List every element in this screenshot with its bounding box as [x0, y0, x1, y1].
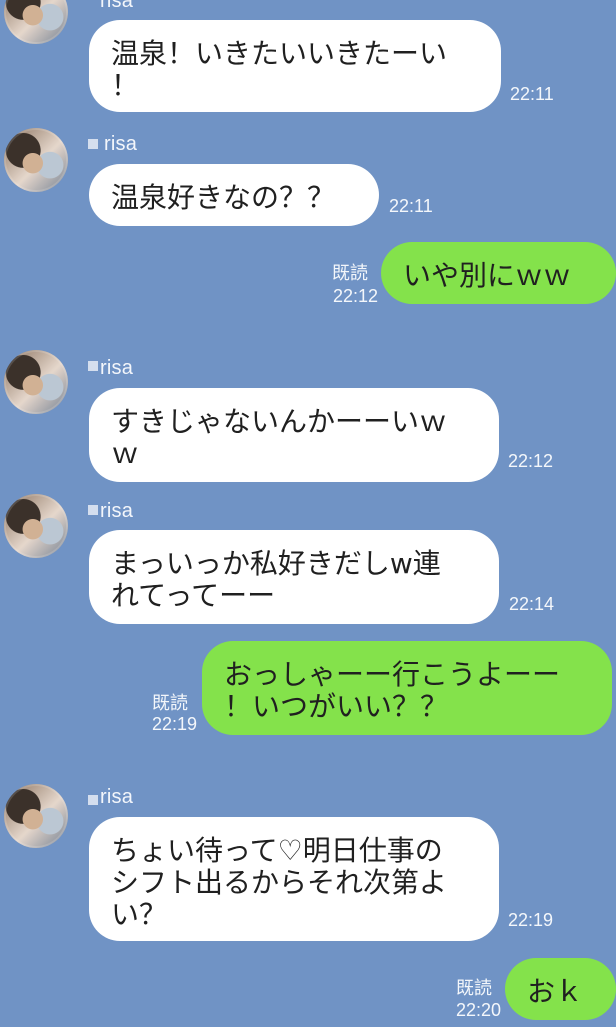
incoming-message-bubble[interactable]: 温泉好きなの？？ — [89, 164, 379, 226]
outgoing-message-bubble[interactable]: おｋ — [505, 958, 616, 1020]
message-time: 22:12 — [508, 451, 554, 471]
message-time: 22:11 — [389, 196, 433, 216]
message-text-line: ちょい待って♡明日仕事の — [111, 834, 443, 867]
outgoing-message-bubble[interactable]: おっしゃーー行こうよーー ！いつがいい？？ — [202, 641, 612, 735]
message-text-line: ！いつがいい？？ — [224, 690, 449, 723]
message-time: 22:11 — [510, 84, 554, 104]
sender-name: risa — [104, 133, 138, 155]
avatar-pixel-decoration — [88, 505, 98, 515]
message-text-line: 温泉好きなの？？ — [111, 181, 336, 214]
message-text-line: い？ — [111, 898, 168, 931]
outgoing-message-bubble[interactable]: いや別にｗｗ — [381, 242, 616, 304]
message-text-line: ｗ — [111, 437, 140, 470]
message-text-line: ！ — [111, 69, 140, 102]
message-time: 22:19 — [152, 714, 198, 734]
avatar-pixel-decoration — [88, 139, 98, 149]
message-text-line: まっいっか私好きだしw連 — [111, 547, 441, 580]
sender-avatar[interactable] — [4, 350, 68, 414]
sender-avatar[interactable] — [4, 0, 68, 44]
sender-avatar[interactable] — [4, 494, 68, 558]
incoming-message-bubble[interactable]: ちょい待って♡明日仕事の シフト出るからそれ次第よ い？ — [89, 817, 499, 941]
message-text-line: いや別にｗｗ — [403, 259, 572, 292]
incoming-message-bubble[interactable]: すきじゃないんかーーいｗ ｗ — [89, 388, 499, 482]
message-text-line: れてってーー — [111, 579, 276, 612]
message-time: 22:14 — [509, 594, 555, 614]
message-text-line: おっしゃーー行こうよーー — [224, 658, 561, 691]
sender-name: risa — [100, 0, 134, 12]
sender-avatar[interactable] — [4, 128, 68, 192]
message-time: 22:20 — [456, 1000, 502, 1020]
message-text-line: すきじゃないんかーーいｗ — [111, 405, 448, 438]
read-receipt: 既読 — [456, 978, 492, 998]
message-time: 22:12 — [333, 286, 379, 306]
avatar-pixel-decoration — [88, 795, 98, 805]
read-receipt: 既読 — [152, 693, 188, 713]
avatar-pixel-decoration — [88, 361, 98, 371]
read-receipt: 既読 — [332, 263, 368, 283]
message-text-line: シフト出るからそれ次第よ — [111, 866, 448, 899]
message-text-line: おｋ — [527, 975, 584, 1008]
sender-name: risa — [100, 357, 134, 379]
message-time: 22:19 — [508, 910, 554, 930]
sender-avatar[interactable] — [4, 784, 68, 848]
sender-name: risa — [100, 786, 134, 808]
sender-name: risa — [100, 500, 134, 522]
incoming-message-bubble[interactable]: 温泉！いきたいいきたーい ！ — [89, 20, 501, 112]
incoming-message-bubble[interactable]: まっいっか私好きだしw連 れてってーー — [89, 530, 499, 624]
message-text-line: 温泉！いきたいいきたーい — [111, 37, 448, 70]
